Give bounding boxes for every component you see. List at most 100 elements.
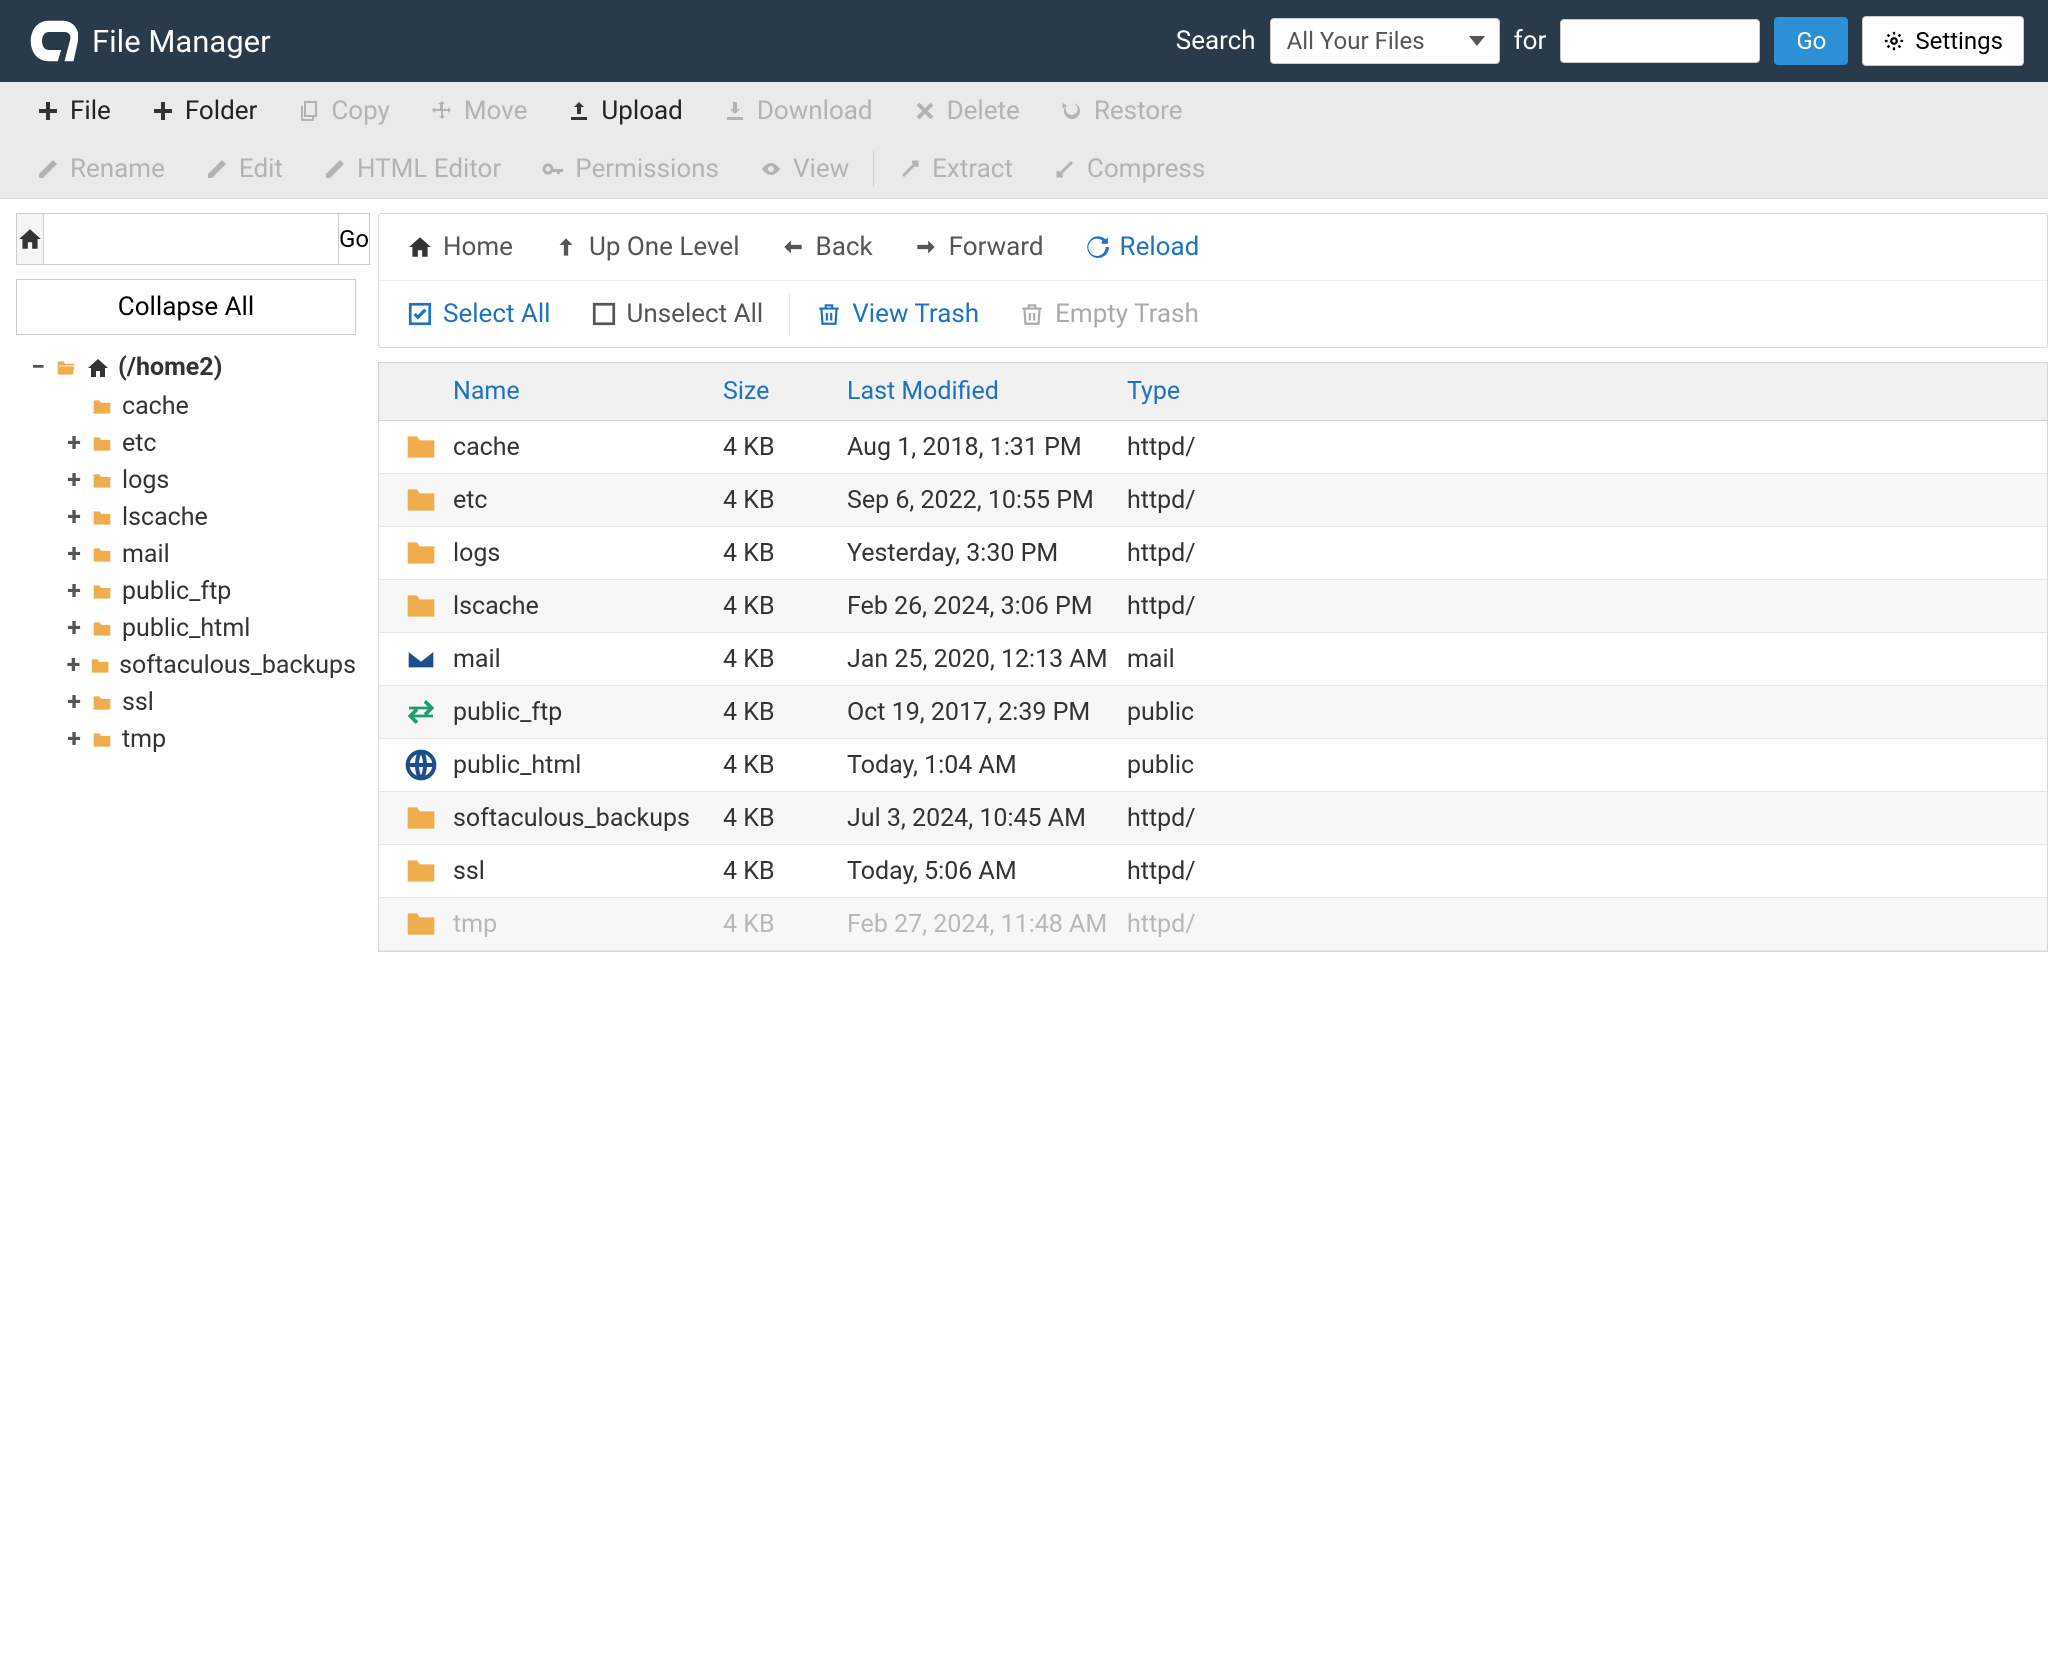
sidebar-home-button[interactable] (16, 213, 44, 265)
folder-icon (89, 656, 111, 676)
tree-item[interactable]: + ssl (16, 684, 356, 721)
unselect-all-button[interactable]: Unselect All (571, 285, 784, 343)
cell-size: 4 KB (723, 539, 847, 568)
expand-icon[interactable]: + (66, 725, 82, 754)
cell-type: httpd/ (1127, 486, 2037, 515)
table-row[interactable]: mail 4 KB Jan 25, 2020, 12:13 AM mail (379, 633, 2047, 686)
table-row[interactable]: softaculous_backups 4 KB Jul 3, 2024, 10… (379, 792, 2047, 845)
folder-icon (403, 590, 439, 622)
collapse-icon[interactable]: − (30, 353, 46, 382)
compress-button[interactable]: Compress (1033, 140, 1225, 198)
permissions-button[interactable]: Permissions (521, 140, 739, 198)
cell-name: etc (453, 486, 723, 515)
nav-toolbar: Home Up One Level Back Forward Reload Se… (378, 213, 2048, 348)
search-input[interactable] (1560, 19, 1760, 63)
tree-root[interactable]: − (/home2) (16, 353, 356, 382)
cell-name: tmp (453, 910, 723, 939)
nav-up-button[interactable]: Up One Level (533, 218, 760, 276)
table-row[interactable]: lscache 4 KB Feb 26, 2024, 3:06 PM httpd… (379, 580, 2047, 633)
tree-item[interactable]: cache (16, 388, 356, 425)
rename-button[interactable]: Rename (16, 140, 185, 198)
rename-icon (36, 157, 60, 181)
tree-item-label: ssl (122, 688, 154, 717)
cell-name: logs (453, 539, 723, 568)
move-icon (430, 99, 454, 123)
expand-icon[interactable]: + (66, 688, 82, 717)
tree-item[interactable]: +logs (16, 462, 356, 499)
table-row[interactable]: public_ftp 4 KB Oct 19, 2017, 2:39 PM pu… (379, 686, 2047, 739)
col-name[interactable]: Name (443, 363, 713, 420)
cell-type: httpd/ (1127, 433, 2037, 462)
tree-item[interactable]: + public_ftp (16, 573, 356, 610)
cell-modified: Jul 3, 2024, 10:45 AM (847, 804, 1127, 833)
expand-icon[interactable]: + (66, 540, 82, 569)
tree-item[interactable]: + tmp (16, 721, 356, 758)
expand-icon[interactable]: + (66, 429, 82, 458)
upload-button[interactable]: Upload (547, 82, 702, 140)
delete-button[interactable]: Delete (893, 82, 1040, 140)
table-row[interactable]: public_html 4 KB Today, 1:04 AM public (379, 739, 2047, 792)
expand-icon[interactable]: + (66, 614, 82, 643)
search-scope-dropdown[interactable]: All Your Files (1270, 18, 1500, 64)
edit-button[interactable]: Edit (185, 140, 303, 198)
main-panel: Home Up One Level Back Forward Reload Se… (370, 199, 2048, 952)
expand-icon[interactable]: + (66, 651, 81, 680)
nav-back-button[interactable]: Back (760, 218, 893, 276)
tree-item-label: softaculous_backups (119, 651, 356, 680)
tree-item-label: tmp (122, 725, 166, 754)
copy-icon (297, 99, 321, 123)
tree-root-label: (/home2) (118, 353, 222, 382)
table-row[interactable]: etc 4 KB Sep 6, 2022, 10:55 PM httpd/ (379, 474, 2047, 527)
select-all-button[interactable]: Select All (387, 285, 571, 343)
tree-item-label: public_ftp (122, 577, 231, 606)
restore-button[interactable]: Restore (1040, 82, 1203, 140)
view-trash-button[interactable]: View Trash (796, 285, 999, 343)
search-label: Search (1176, 26, 1256, 56)
cell-type: httpd/ (1127, 857, 2037, 886)
sidebar-go-button[interactable]: Go (339, 213, 370, 265)
search-go-button[interactable]: Go (1774, 17, 1848, 65)
nav-reload-button[interactable]: Reload (1064, 218, 1220, 276)
extract-button[interactable]: Extract (878, 140, 1033, 198)
expand-icon[interactable]: + (66, 503, 82, 532)
collapse-all-button[interactable]: Collapse All (16, 279, 356, 335)
tree-item-label: etc (122, 429, 157, 458)
copy-button[interactable]: Copy (277, 82, 410, 140)
tree-item[interactable]: +mail (16, 536, 356, 573)
html-editor-button[interactable]: HTML Editor (303, 140, 521, 198)
view-button[interactable]: View (739, 140, 869, 198)
settings-button[interactable]: Settings (1862, 16, 2024, 66)
key-icon (541, 157, 565, 181)
arrow-right-icon (913, 234, 939, 260)
col-size[interactable]: Size (713, 363, 837, 420)
col-type[interactable]: Type (1117, 363, 2047, 420)
col-modified[interactable]: Last Modified (837, 363, 1117, 420)
tree-item[interactable]: + softaculous_backups (16, 647, 356, 684)
nav-home-button[interactable]: Home (387, 218, 533, 276)
table-row[interactable]: cache 4 KB Aug 1, 2018, 1:31 PM httpd/ (379, 421, 2047, 474)
tree-item[interactable]: + etc (16, 425, 356, 462)
move-button[interactable]: Move (410, 82, 548, 140)
path-input[interactable] (44, 213, 339, 265)
tree-item[interactable]: +lscache (16, 499, 356, 536)
checkbox-checked-icon (407, 301, 433, 327)
nav-forward-button[interactable]: Forward (893, 218, 1064, 276)
cell-name: mail (453, 645, 723, 674)
cell-size: 4 KB (723, 804, 847, 833)
file-button[interactable]: File (16, 82, 131, 140)
expand-icon[interactable]: + (66, 466, 82, 495)
file-table: Name Size Last Modified Type cache 4 KB … (378, 362, 2048, 952)
cell-modified: Jan 25, 2020, 12:13 AM (847, 645, 1127, 674)
cell-modified: Feb 26, 2024, 3:06 PM (847, 592, 1127, 621)
table-row[interactable]: logs 4 KB Yesterday, 3:30 PM httpd/ (379, 527, 2047, 580)
trash-icon (816, 301, 842, 327)
table-row[interactable]: tmp 4 KB Feb 27, 2024, 11:48 AM httpd/ (379, 898, 2047, 951)
cell-type: httpd/ (1127, 539, 2037, 568)
download-button[interactable]: Download (703, 82, 893, 140)
expand-icon[interactable]: + (66, 577, 82, 606)
folder-button[interactable]: Folder (131, 82, 278, 140)
empty-trash-button[interactable]: Empty Trash (999, 285, 1219, 343)
table-row[interactable]: ssl 4 KB Today, 5:06 AM httpd/ (379, 845, 2047, 898)
compress-icon (1053, 157, 1077, 181)
tree-item[interactable]: +public_html (16, 610, 356, 647)
